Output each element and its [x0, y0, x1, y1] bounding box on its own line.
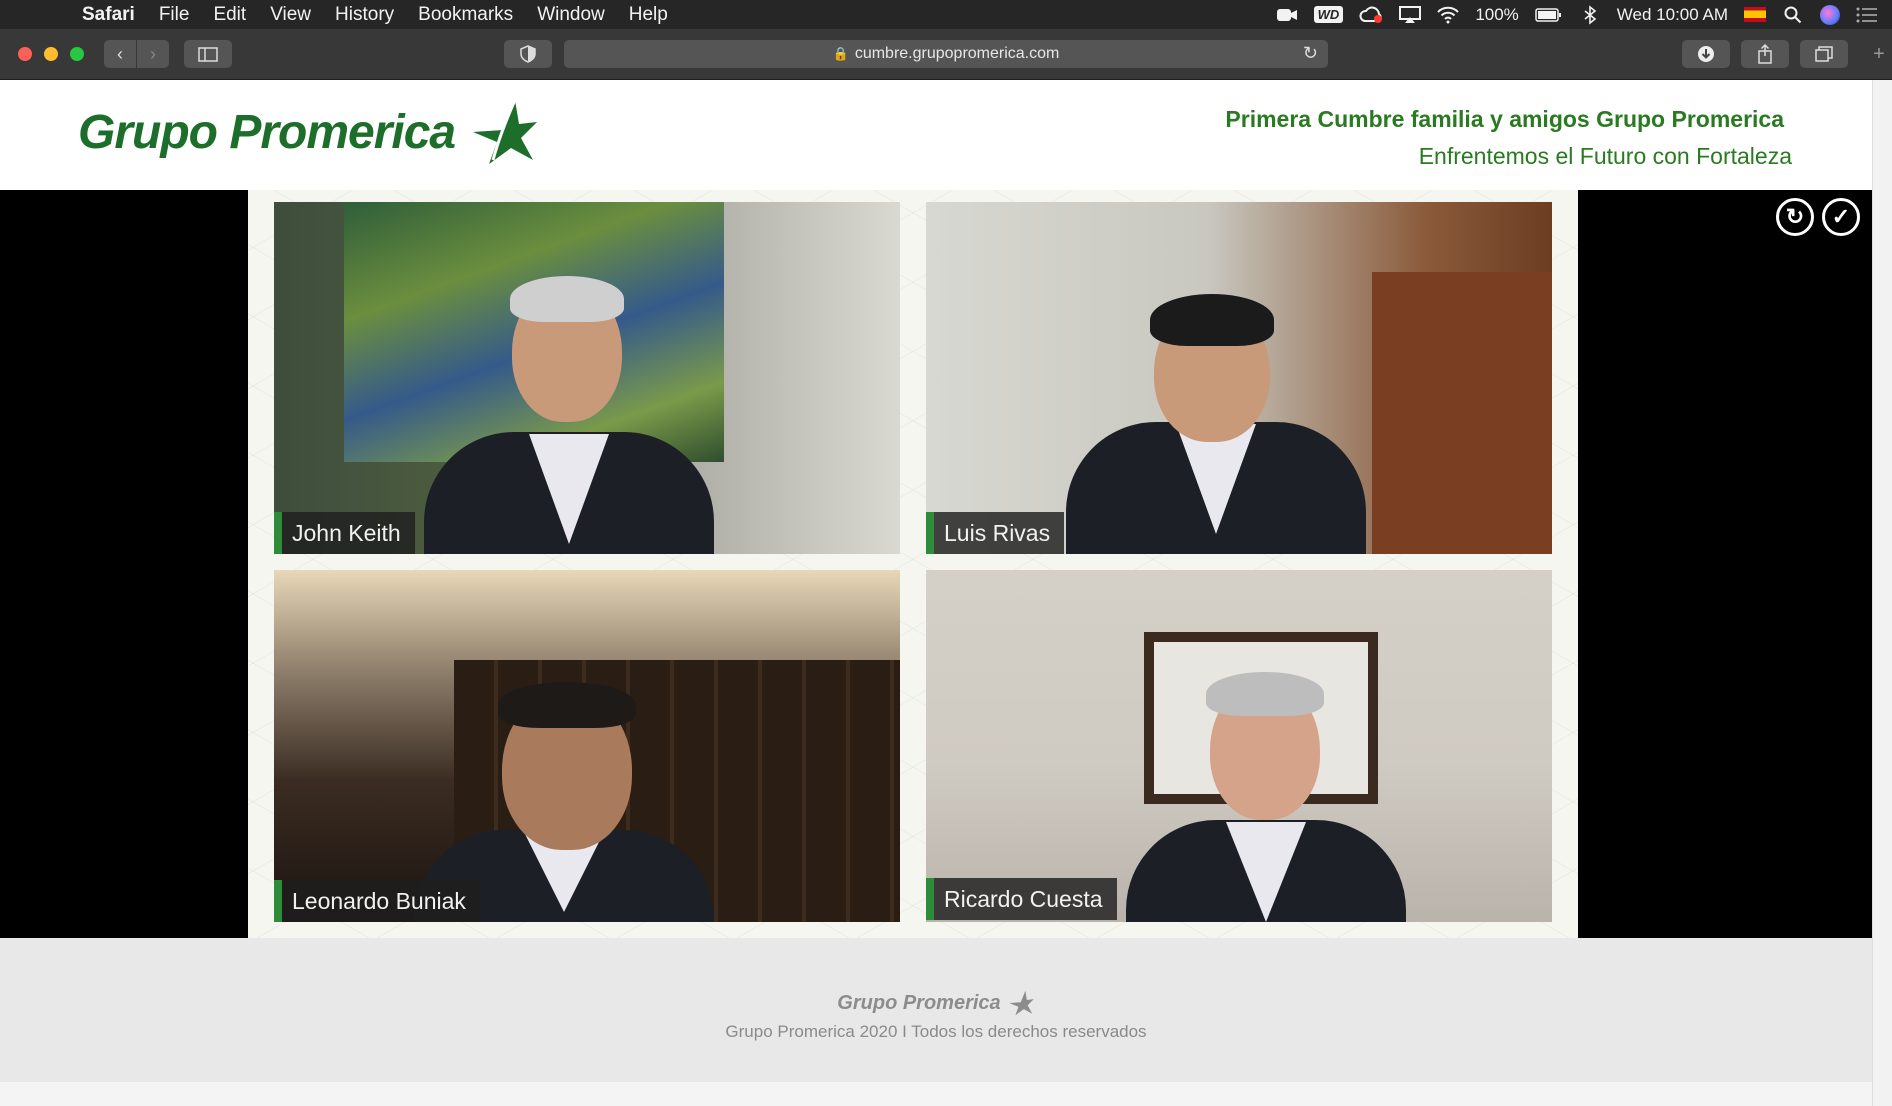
participant-name-tag: Leonardo Buniak — [274, 880, 480, 922]
close-window-button[interactable] — [18, 47, 32, 61]
notification-center-icon[interactable] — [1856, 5, 1878, 25]
chevron-left-icon: ‹ — [117, 43, 123, 64]
back-button[interactable]: ‹ — [104, 40, 136, 68]
page-bottom-strip — [0, 1082, 1872, 1106]
refresh-icon[interactable]: ↻ — [1776, 198, 1814, 236]
participant-name-tag: John Keith — [274, 512, 415, 554]
video-grid: John Keith Luis Rivas Leonardo Buniak Ri… — [248, 190, 1578, 938]
plus-icon: + — [1873, 42, 1885, 65]
participant-name: Leonardo Buniak — [292, 887, 466, 914]
battery-percent: 100% — [1475, 4, 1519, 24]
background-cabinet — [1372, 272, 1552, 554]
menu-bookmarks[interactable]: Bookmarks — [406, 4, 525, 26]
airplay-icon[interactable] — [1399, 5, 1422, 25]
browser-toolbar: ‹ › 🔒 cumbre.grupopromerica.com ↻ + — [0, 29, 1892, 80]
participant-name-tag: Ricardo Cuesta — [926, 878, 1117, 920]
privacy-report-button[interactable] — [504, 40, 552, 68]
logo-text: Grupo Promerica — [78, 105, 456, 159]
new-tab-button[interactable]: + — [1866, 40, 1892, 68]
share-button[interactable] — [1741, 40, 1789, 68]
participant-name-tag: Luis Rivas — [926, 512, 1065, 554]
site-header: Grupo Promerica Primera Cumbre familia y… — [0, 80, 1872, 190]
minimize-window-button[interactable] — [44, 47, 58, 61]
video-tile[interactable]: Luis Rivas — [926, 202, 1552, 554]
star-logo-icon — [473, 99, 538, 164]
downloads-button[interactable] — [1682, 40, 1730, 68]
address-bar[interactable]: 🔒 cumbre.grupopromerica.com ↻ — [564, 40, 1328, 68]
maximize-window-button[interactable] — [70, 47, 84, 61]
menu-help[interactable]: Help — [617, 4, 680, 26]
show-tabs-button[interactable] — [1800, 40, 1848, 68]
participant-name: Ricardo Cuesta — [944, 885, 1103, 912]
stream-controls: ↻ ✓ — [1776, 198, 1860, 236]
bluetooth-icon[interactable] — [1579, 4, 1601, 25]
wd-badge: WD — [1313, 6, 1344, 23]
video-tile[interactable]: John Keith — [274, 202, 900, 554]
participant-name: Luis Rivas — [944, 519, 1051, 546]
menu-app-safari[interactable]: Safari — [70, 4, 147, 26]
chevron-right-icon: › — [150, 43, 156, 64]
check-icon[interactable]: ✓ — [1822, 198, 1860, 236]
download-icon — [1698, 46, 1714, 62]
participant-name: John Keith — [292, 519, 401, 546]
siri-icon[interactable] — [1820, 4, 1840, 25]
site-logo[interactable]: Grupo Promerica — [78, 98, 539, 166]
camera-icon[interactable] — [1276, 5, 1298, 25]
menu-clock[interactable]: Wed 10:00 AM — [1617, 5, 1728, 25]
event-title: Primera Cumbre familia y amigos Grupo Pr… — [1225, 106, 1784, 132]
search-icon[interactable] — [1782, 5, 1804, 25]
share-icon — [1758, 44, 1772, 64]
page-scrollbar[interactable] — [1872, 80, 1892, 1106]
menu-edit[interactable]: Edit — [201, 4, 258, 26]
event-tagline: Primera Cumbre familia y amigos Grupo Pr… — [1225, 106, 1792, 170]
tabs-icon — [1815, 46, 1833, 62]
url-text: cumbre.grupopromerica.com — [854, 45, 1060, 62]
footer-logo: Grupo Promerica — [837, 990, 1034, 1016]
flag-es-icon[interactable] — [1744, 7, 1766, 22]
footer-copyright: Grupo Promerica 2020 I Todos los derecho… — [725, 1022, 1147, 1041]
video-tile[interactable]: Leonardo Buniak — [274, 570, 900, 922]
site-footer: Grupo Promerica Grupo Promerica 2020 I T… — [0, 938, 1872, 1082]
video-stage: John Keith Luis Rivas Leonardo Buniak Ri… — [0, 190, 1872, 938]
wifi-icon[interactable] — [1437, 5, 1460, 25]
sidebar-icon — [198, 46, 218, 62]
lock-icon: 🔒 — [832, 46, 849, 61]
battery-icon[interactable] — [1535, 5, 1563, 25]
reload-icon[interactable]: ↻ — [1303, 43, 1318, 64]
footer-logo-text: Grupo Promerica — [837, 991, 1001, 1014]
forward-button[interactable]: › — [137, 40, 169, 68]
shield-icon — [520, 45, 536, 63]
web-page: Grupo Promerica Primera Cumbre familia y… — [0, 80, 1872, 1106]
menu-view[interactable]: View — [258, 4, 323, 26]
menu-file[interactable]: File — [147, 4, 202, 26]
event-subtitle: Enfrentemos el Futuro con Fortaleza — [1418, 143, 1792, 169]
menu-window[interactable]: Window — [525, 4, 617, 26]
menu-bar: Safari File Edit View History Bookmarks … — [0, 0, 1892, 29]
footer-star-icon — [1008, 990, 1034, 1016]
sidebar-toggle-button[interactable] — [184, 40, 232, 68]
wd-icon[interactable]: WD — [1313, 5, 1344, 25]
menu-history[interactable]: History — [323, 4, 406, 26]
video-tile[interactable]: Ricardo Cuesta — [926, 570, 1552, 922]
creative-cloud-icon[interactable] — [1359, 5, 1383, 25]
